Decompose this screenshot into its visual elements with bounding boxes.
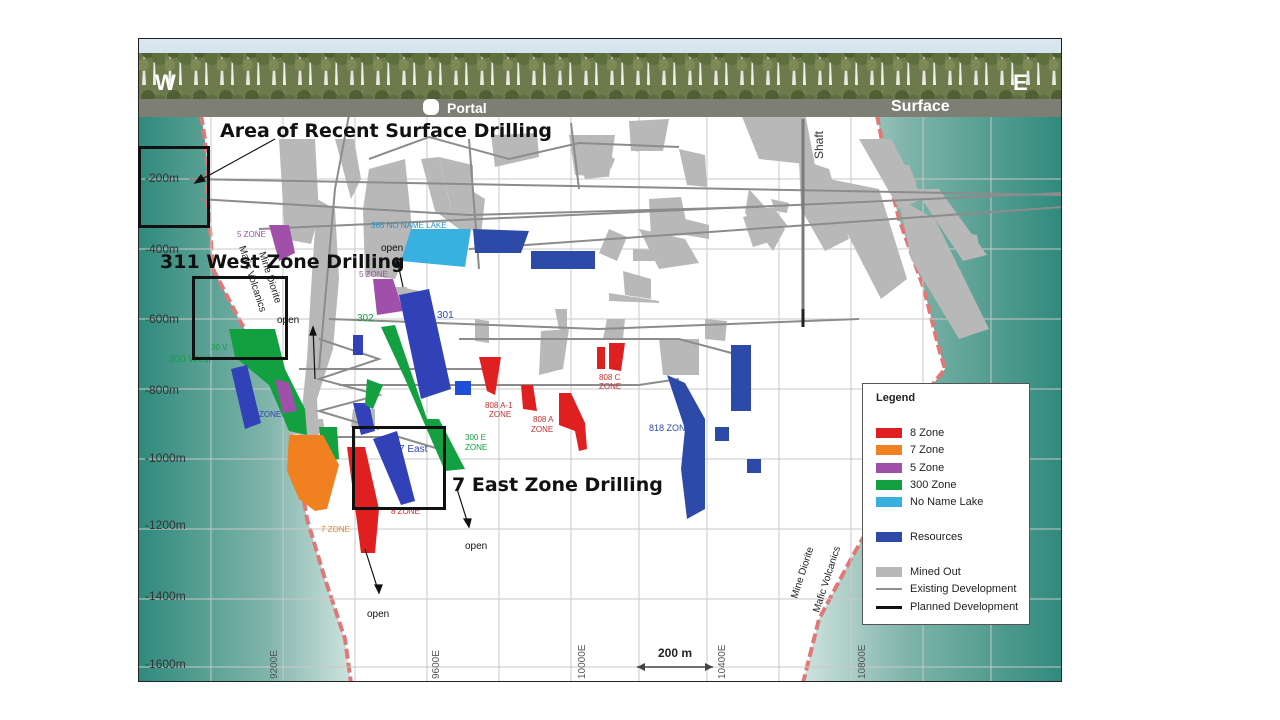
west-zone-drilling-box — [192, 276, 288, 360]
legend-swatch — [876, 428, 902, 438]
legend-item-5-zone: 5 Zone — [876, 461, 944, 475]
legend-line — [876, 588, 902, 590]
depth-label: -1000m — [145, 451, 186, 465]
resource-block — [747, 459, 761, 473]
legend-item-resources: Resources — [876, 530, 963, 544]
depth-label: -1600m — [145, 657, 186, 671]
scale-bar-label: 200 m — [658, 646, 692, 660]
legend-item-planned-development: Planned Development — [876, 600, 1018, 614]
svg-text:808 C: 808 C — [599, 373, 621, 382]
resource-block — [531, 251, 595, 269]
resource-block — [473, 229, 529, 253]
easting-label: 10800E — [857, 644, 868, 679]
legend-title: Legend — [876, 392, 916, 404]
resource-block — [731, 345, 751, 411]
compass-east: E — [1013, 70, 1028, 95]
depth-label: -800m — [145, 383, 179, 397]
resource-block — [455, 381, 471, 395]
no-name-lake-zone — [401, 229, 471, 267]
svg-text:ZONE: ZONE — [599, 382, 621, 391]
easting-label: 9600E — [431, 650, 442, 679]
legend-swatch — [876, 532, 902, 542]
legend-swatch — [876, 567, 902, 577]
legend-item-existing-development: Existing Development — [876, 582, 1016, 596]
legend-swatch — [876, 445, 902, 455]
depth-label: -1400m — [145, 589, 186, 603]
easting-label: 10000E — [577, 644, 588, 679]
legend-item-8-zone: 8 Zone — [876, 426, 944, 440]
west-zone-drilling-callout: 311 West Zone Drilling — [160, 251, 405, 273]
legend-item-no-name-lake: No Name Lake — [876, 495, 983, 509]
svg-text:open: open — [465, 541, 487, 552]
shaft-label: Shaft — [812, 130, 826, 159]
resource-block — [353, 335, 363, 355]
legend-item-7-zone: 7 Zone — [876, 443, 944, 457]
legend-item-mined-out: Mined Out — [876, 565, 961, 579]
easting-label: 9200E — [269, 650, 280, 679]
resource-block — [715, 427, 729, 441]
depth-label: -1200m — [145, 518, 186, 532]
legend-item-300-zone: 300 Zone — [876, 478, 956, 492]
svg-text:ZONE: ZONE — [531, 425, 553, 434]
legend-line — [876, 605, 902, 609]
east-zone-drilling-box — [352, 426, 446, 510]
surface-drilling-callout: Area of Recent Surface Drilling — [220, 120, 552, 142]
svg-text:818 ZONE: 818 ZONE — [649, 423, 692, 433]
svg-text:300 E: 300 E — [465, 433, 486, 442]
svg-text:301: 301 — [437, 310, 454, 321]
svg-text:ZONE: ZONE — [259, 410, 281, 419]
easting-label: 10400E — [717, 644, 728, 679]
svg-text:808 A-1: 808 A-1 — [485, 401, 513, 410]
svg-text:7 ZONE: 7 ZONE — [321, 525, 350, 534]
portal-icon — [423, 99, 439, 115]
surface-drilling-box — [138, 146, 210, 228]
tree-line — [139, 53, 1061, 99]
legend-swatch — [876, 463, 902, 473]
legend-swatch — [876, 480, 902, 490]
east-zone-drilling-callout: 7 East Zone Drilling — [452, 474, 663, 496]
svg-text:365 NO NAME LAKE: 365 NO NAME LAKE — [371, 221, 447, 230]
svg-text:5 ZONE: 5 ZONE — [237, 230, 266, 239]
legend-swatch — [876, 497, 902, 507]
svg-text:302: 302 — [357, 313, 374, 324]
depth-label: -600m — [145, 312, 179, 326]
legend: Legend 8 Zone 7 Zone 5 Zone 300 Zone No … — [862, 383, 1030, 625]
svg-text:open: open — [367, 609, 389, 620]
portal-label: Portal — [447, 100, 487, 116]
surface-label: Surface — [891, 98, 950, 115]
svg-text:ZONE: ZONE — [465, 443, 487, 452]
808-c-left — [597, 347, 605, 369]
svg-text:808 A: 808 A — [533, 415, 554, 424]
compass-west: W — [155, 70, 176, 95]
svg-text:ZONE: ZONE — [489, 410, 511, 419]
